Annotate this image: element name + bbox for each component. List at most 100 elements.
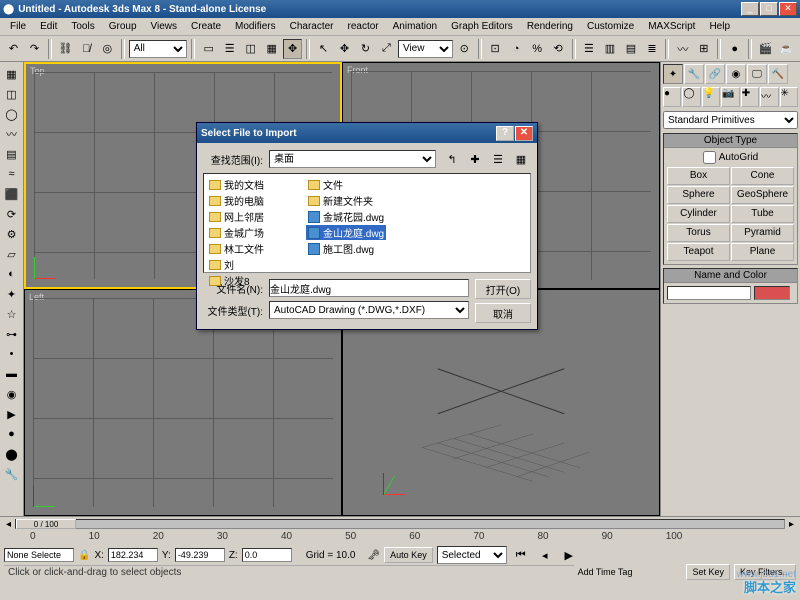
- setkey-button[interactable]: Set Key: [686, 564, 730, 580]
- bind-icon[interactable]: ◎: [98, 39, 117, 59]
- menu-reactor[interactable]: reactor: [342, 20, 385, 33]
- curve-editor-icon[interactable]: 〰: [673, 39, 692, 59]
- refcoord-dropdown[interactable]: View: [398, 40, 453, 58]
- filetype-dropdown[interactable]: AutoCAD Drawing (*.DWG,*.DXF): [269, 301, 469, 319]
- dialog-close-button[interactable]: ✕: [515, 126, 533, 141]
- select-name-icon[interactable]: ☰: [220, 39, 239, 59]
- motor-icon[interactable]: ⚙: [3, 225, 21, 243]
- menu-file[interactable]: File: [4, 20, 32, 33]
- goto-start-icon[interactable]: ⏮: [511, 545, 531, 565]
- scrub-left-icon[interactable]: ◂: [6, 519, 11, 530]
- lookin-dropdown[interactable]: 桌面: [269, 150, 436, 168]
- list-item[interactable]: 施工图.dwg: [306, 241, 386, 256]
- display-tab-icon[interactable]: 🖵: [747, 64, 767, 84]
- render-scene-icon[interactable]: 🎬: [756, 39, 775, 59]
- carwheel-icon[interactable]: ◉: [3, 385, 21, 403]
- modify-tab-icon[interactable]: 🔧: [684, 64, 704, 84]
- named-selset-icon[interactable]: ☰: [580, 39, 599, 59]
- create-tab-icon[interactable]: ✦: [663, 64, 683, 84]
- spring-icon[interactable]: ⟳: [3, 205, 21, 223]
- rollout-title[interactable]: Object Type: [664, 134, 797, 148]
- percent-snap-icon[interactable]: %: [528, 39, 547, 59]
- cone-button[interactable]: Cone: [731, 167, 794, 185]
- schematic-icon[interactable]: ⊞: [694, 39, 713, 59]
- list-item[interactable]: 我的文档: [207, 177, 266, 192]
- time-thumb[interactable]: 0 / 100: [16, 519, 76, 529]
- util-icon[interactable]: 🔧: [3, 465, 21, 483]
- link-icon[interactable]: ⛓: [56, 39, 75, 59]
- menu-animation[interactable]: Animation: [387, 20, 443, 33]
- cloth-icon[interactable]: ◫: [3, 85, 21, 103]
- redo-icon[interactable]: ↷: [25, 39, 44, 59]
- rigid-body-icon[interactable]: ▦: [3, 65, 21, 83]
- shapes-icon[interactable]: ◯: [682, 87, 700, 107]
- select-icon[interactable]: ▭: [199, 39, 218, 59]
- object-color-swatch[interactable]: [754, 286, 790, 300]
- timeline-ruler[interactable]: 0102030405060708090100: [0, 531, 800, 545]
- undo-icon[interactable]: ↶: [4, 39, 23, 59]
- sphere-button[interactable]: Sphere: [667, 186, 730, 204]
- ragdoll-icon[interactable]: ☆: [3, 305, 21, 323]
- new-folder-icon[interactable]: ✚: [465, 149, 485, 169]
- align-icon[interactable]: ▤: [621, 39, 640, 59]
- menu-maxscript[interactable]: MAXScript: [642, 20, 701, 33]
- open-button[interactable]: 打开(O): [475, 279, 531, 299]
- view-list-icon[interactable]: ☰: [488, 149, 508, 169]
- list-item[interactable]: 金山龙庭.dwg: [306, 225, 386, 240]
- list-item[interactable]: 林工文件: [207, 241, 266, 256]
- list-item[interactable]: 新建文件夹: [306, 193, 386, 208]
- spacewarps-icon[interactable]: 〰: [760, 87, 778, 107]
- prismatic-icon[interactable]: ▬: [3, 365, 21, 383]
- close-button[interactable]: ✕: [779, 2, 797, 16]
- category-dropdown[interactable]: Standard Primitives: [663, 111, 798, 129]
- addtimetag[interactable]: Add Time Tag: [578, 567, 633, 577]
- material-icon[interactable]: ●: [725, 39, 744, 59]
- list-item[interactable]: 金城广场: [207, 225, 266, 240]
- cancel-button[interactable]: 取消: [475, 303, 531, 323]
- layers-icon[interactable]: ≣: [642, 39, 661, 59]
- autogrid-checkbox[interactable]: [703, 151, 716, 164]
- rope-icon[interactable]: 〰: [3, 125, 21, 143]
- menu-customize[interactable]: Customize: [581, 20, 640, 33]
- lock-icon[interactable]: 🔒: [78, 550, 90, 561]
- z-coord-input[interactable]: [242, 548, 292, 562]
- quick-render-icon[interactable]: ☕: [777, 39, 796, 59]
- mesh-icon[interactable]: ▤: [3, 145, 21, 163]
- cylinder-button[interactable]: Cylinder: [667, 205, 730, 223]
- view-details-icon[interactable]: ▦: [511, 149, 531, 169]
- selection-set-dropdown[interactable]: All: [129, 40, 188, 58]
- geosphere-button[interactable]: GeoSphere: [731, 186, 794, 204]
- key-icon[interactable]: 🗝: [367, 550, 380, 561]
- list-item[interactable]: 金城花园.dwg: [306, 209, 386, 224]
- autokey-button[interactable]: Auto Key: [384, 547, 433, 563]
- point-icon[interactable]: •: [3, 345, 21, 363]
- list-item[interactable]: 我的电脑: [207, 193, 266, 208]
- menu-edit[interactable]: Edit: [34, 20, 63, 33]
- menu-modifiers[interactable]: Modifiers: [229, 20, 282, 33]
- up-folder-icon[interactable]: ↰: [442, 149, 462, 169]
- analyze-icon[interactable]: ⬤: [3, 445, 21, 463]
- lights-icon[interactable]: 💡: [702, 87, 720, 107]
- motion-tab-icon[interactable]: ◉: [726, 64, 746, 84]
- menu-group[interactable]: Group: [103, 20, 143, 33]
- pivot-icon[interactable]: ⊙: [455, 39, 474, 59]
- rollout-title[interactable]: Name and Color: [664, 269, 797, 283]
- rotate-icon[interactable]: ↻: [356, 39, 375, 59]
- y-coord-input[interactable]: [175, 548, 225, 562]
- menu-help[interactable]: Help: [703, 20, 736, 33]
- menu-create[interactable]: Create: [185, 20, 227, 33]
- spinner-snap-icon[interactable]: ⟲: [549, 39, 568, 59]
- helpers-icon[interactable]: ✚: [741, 87, 759, 107]
- create-anim-icon[interactable]: ●: [3, 425, 21, 443]
- scale-icon[interactable]: ⤢: [377, 39, 396, 59]
- pyramid-button[interactable]: Pyramid: [731, 224, 794, 242]
- angle-snap-icon[interactable]: ◔: [507, 39, 526, 59]
- utilities-tab-icon[interactable]: 🔨: [768, 64, 788, 84]
- dialog-titlebar[interactable]: Select File to Import ? ✕: [197, 123, 537, 143]
- scrub-right-icon[interactable]: ▸: [789, 519, 794, 530]
- filename-input[interactable]: [269, 279, 469, 297]
- menu-tools[interactable]: Tools: [65, 20, 100, 33]
- list-item[interactable]: 网上邻居: [207, 209, 266, 224]
- wind-icon[interactable]: ⬛: [3, 185, 21, 203]
- torus-button[interactable]: Torus: [667, 224, 730, 242]
